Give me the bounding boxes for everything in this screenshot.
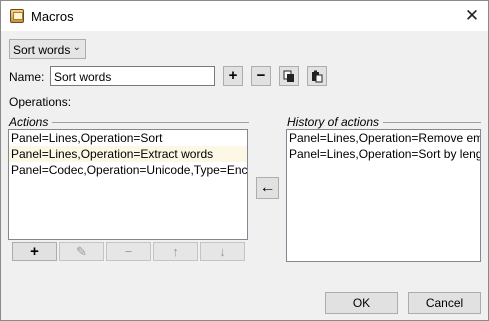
add-macro-button[interactable]: + [223,66,243,86]
macros-dialog: Macros ✕ Sort words ⌄ Name: Sort words +… [0,0,489,321]
list-item[interactable]: Panel=Lines,Operation=Sort [9,130,247,146]
name-label: Name: [9,70,45,84]
actions-list[interactable]: Panel=Lines,Operation=Sort Panel=Lines,O… [8,129,248,240]
name-field[interactable]: Sort words [50,66,215,86]
add-from-history-button[interactable]: ← [256,177,279,199]
move-down-button[interactable]: ↓ [200,242,245,261]
ok-button[interactable]: OK [325,292,398,314]
macros-app-icon [10,9,24,23]
chevron-down-icon: ⌄ [72,42,81,53]
macro-select-value: Sort words [13,43,71,57]
arrow-down-icon: ↓ [219,244,226,259]
actions-title: Actions [9,115,53,129]
history-title: History of actions [287,115,384,129]
remove-macro-button[interactable]: − [251,66,271,86]
arrow-left-icon: ← [259,179,276,196]
remove-action-button[interactable]: − [106,242,151,261]
move-up-button[interactable]: ↑ [153,242,198,261]
list-item[interactable]: Panel=Lines,Operation=Sort by length [287,146,480,162]
add-action-button[interactable]: + [12,242,57,261]
title-bar: Macros ✕ [1,1,488,31]
history-list[interactable]: Panel=Lines,Operation=Remove empty Panel… [286,129,481,262]
arrow-up-icon: ↑ [172,244,179,259]
edit-action-button[interactable]: ✎ [59,242,104,261]
copy-icon [283,70,294,82]
close-icon[interactable]: ✕ [459,5,485,27]
copy-macro-button[interactable] [279,66,299,86]
window-title: Macros [31,9,74,24]
cancel-button[interactable]: Cancel [408,292,481,314]
macro-select[interactable]: Sort words ⌄ [9,39,86,59]
list-item[interactable]: Panel=Lines,Operation=Remove empty [287,130,480,146]
paste-macro-button[interactable] [307,66,327,86]
list-item[interactable]: Panel=Lines,Operation=Extract words [9,146,247,162]
pencil-icon: ✎ [76,244,87,259]
operations-label: Operations: [9,95,72,109]
list-item[interactable]: Panel=Codec,Operation=Unicode,Type=Encod… [9,162,247,178]
paste-icon [312,70,323,83]
